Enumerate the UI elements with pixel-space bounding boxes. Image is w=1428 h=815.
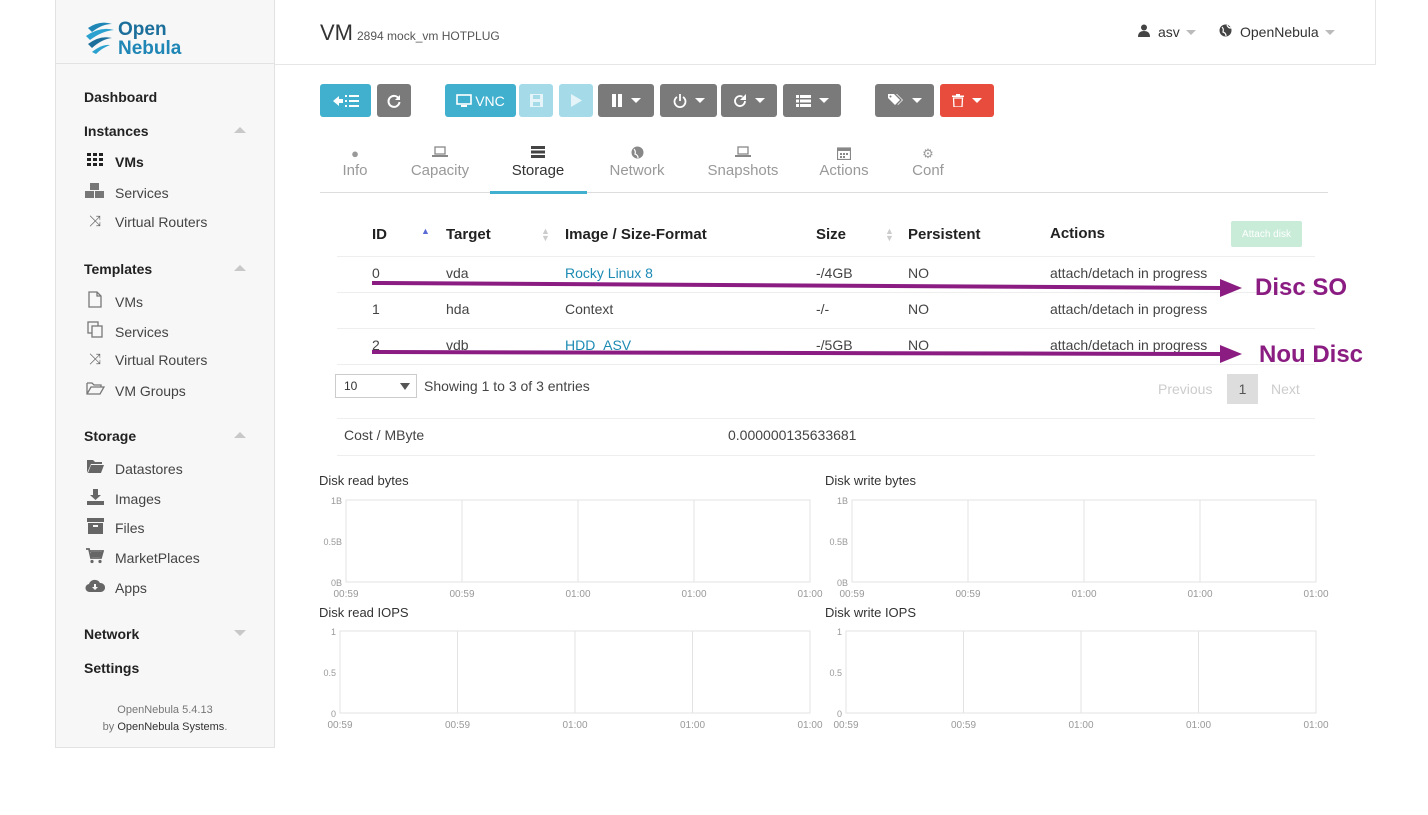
pagination-next[interactable]: Next <box>1271 381 1300 397</box>
disk-write-bytes-graph: 1B0.5B0B00:59 00:59 01:00 01:00 01:00 <box>829 496 1328 600</box>
graph-title: Disk read IOPS <box>319 605 409 620</box>
x-tick-label: 01:00 <box>1068 720 1093 731</box>
arrow-line-disc-so <box>371 281 1223 290</box>
pagination-current-page[interactable]: 1 <box>1227 374 1258 404</box>
x-tick-label: 00:59 <box>839 589 864 600</box>
disk-write-iops-graph: 10.5000:59 00:59 01:00 01:00 01:00 <box>829 627 1328 731</box>
arrow-line-nou-disc <box>371 350 1223 356</box>
x-tick-label: 01:00 <box>681 589 706 600</box>
y-tick-label: 0 <box>837 709 842 719</box>
y-tick-label: 0.5B <box>829 537 848 547</box>
y-tick-label: 1 <box>837 627 842 637</box>
x-tick-label: 00:59 <box>445 720 470 731</box>
x-tick-label: 01:00 <box>1187 589 1212 600</box>
cost-label: Cost / MByte <box>344 427 425 443</box>
x-tick-label: 00:59 <box>951 720 976 731</box>
x-tick-label: 01:00 <box>1186 720 1211 731</box>
cost-divider-top <box>337 418 1315 419</box>
x-tick-label: 00:59 <box>833 720 858 731</box>
x-tick-label: 01:00 <box>680 720 705 731</box>
x-tick-label: 01:00 <box>1303 720 1328 731</box>
x-tick-label: 00:59 <box>449 589 474 600</box>
graph-title: Disk write bytes <box>825 473 917 488</box>
y-tick-label: 0.5 <box>829 668 842 678</box>
y-tick-label: 0.5B <box>323 537 342 547</box>
cost-value: 0.000000135633681 <box>728 427 857 443</box>
y-tick-label: 0B <box>837 578 848 588</box>
x-tick-label: 01:00 <box>1071 589 1096 600</box>
y-tick-label: 1B <box>837 496 848 506</box>
x-tick-label: 01:00 <box>1303 589 1328 600</box>
y-tick-label: 0B <box>331 578 342 588</box>
entries-info: Showing 1 to 3 of 3 entries <box>424 378 590 394</box>
select-arrow-icon <box>400 383 410 390</box>
arrow-head-nou-disc <box>1220 345 1242 363</box>
x-tick-label: 00:59 <box>327 720 352 731</box>
y-tick-label: 0.5 <box>323 668 336 678</box>
pagination-previous[interactable]: Previous <box>1158 381 1212 397</box>
x-tick-label: 01:00 <box>565 589 590 600</box>
y-tick-label: 1 <box>331 627 336 637</box>
graph-title: Disk read bytes <box>319 473 409 488</box>
x-tick-label: 00:59 <box>955 589 980 600</box>
y-tick-label: 0 <box>331 709 336 719</box>
annotation-nou-disc: Nou Disc <box>1259 341 1364 368</box>
x-tick-label: 01:00 <box>562 720 587 731</box>
disk-read-iops-graph: 10.5000:59 00:59 01:00 01:00 01:00 <box>323 627 822 731</box>
page-size-select[interactable]: 10 <box>335 374 417 398</box>
arrow-head-disc-so <box>1220 279 1242 297</box>
graph-title: Disk write IOPS <box>825 605 917 620</box>
disk-read-bytes-graph: 1B0.5B0B00:59 00:59 01:00 01:00 01:00 <box>323 496 822 600</box>
annotation-disc-so: Disc SO <box>1255 274 1348 301</box>
x-tick-label: 00:59 <box>333 589 358 600</box>
y-tick-label: 1B <box>331 496 342 506</box>
cost-divider-bottom <box>337 455 1315 456</box>
